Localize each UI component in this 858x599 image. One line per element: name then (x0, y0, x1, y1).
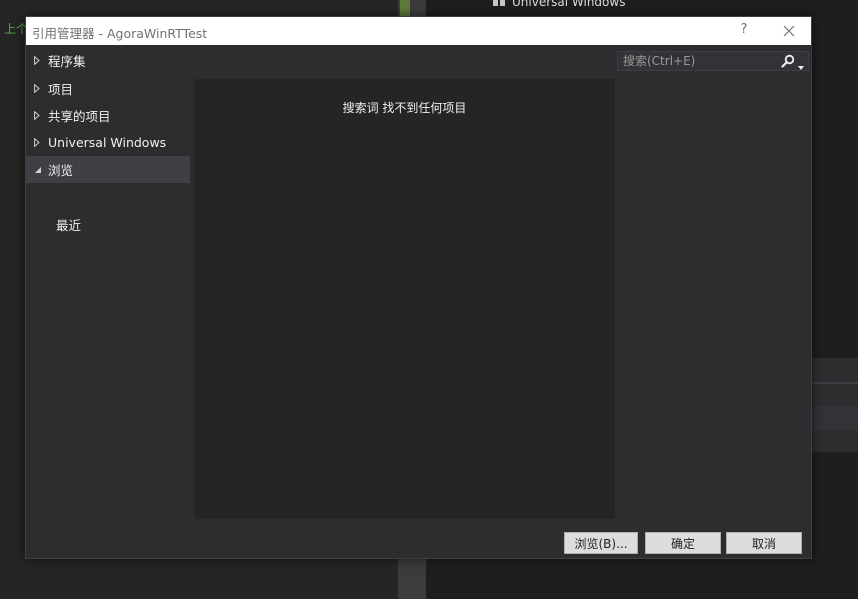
results-list: 搜索词 找不到任何项目 (194, 79, 615, 519)
nav-item-projects[interactable]: 项目 (26, 75, 190, 102)
search-options-dropdown-icon[interactable] (798, 59, 804, 70)
empty-results-message: 搜索词 找不到任何项目 (342, 101, 467, 115)
expand-arrow-icon (34, 111, 42, 121)
close-icon (783, 25, 795, 37)
nav-item-label: 浏览 (48, 163, 74, 178)
expand-arrow-icon (34, 138, 42, 148)
category-nav: 程序集 项目 共享的项目 Universal Windows 浏览 最近 (26, 45, 193, 520)
nav-item-assemblies[interactable]: 程序集 (26, 47, 190, 74)
search-input[interactable] (618, 52, 781, 70)
nav-subitem-recent[interactable]: 最近 (56, 215, 81, 234)
ide-tree-item[interactable]: Universal Windows (492, 0, 625, 9)
reference-icon (492, 0, 506, 7)
reference-manager-dialog: 引用管理器 - AgoraWinRTTest ? 程序集 项目 共享的项目 Un… (25, 16, 812, 559)
nav-item-universal-windows[interactable]: Universal Windows (26, 129, 190, 156)
ide-tree-item-label: Universal Windows (512, 0, 626, 9)
nav-item-label: 项目 (48, 82, 74, 97)
expand-arrow-icon (34, 56, 42, 66)
scroll-marker (400, 0, 410, 16)
nav-item-shared-projects[interactable]: 共享的项目 (26, 102, 190, 129)
close-button[interactable] (777, 20, 801, 42)
nav-item-browse[interactable]: 浏览 (26, 156, 190, 183)
ok-button[interactable]: 确定 (645, 532, 721, 554)
search-box[interactable] (617, 51, 809, 71)
nav-item-label: Universal Windows (48, 135, 167, 150)
dialog-footer: 浏览(B)... 确定 取消 (26, 520, 811, 558)
detail-pane (617, 73, 811, 519)
help-button[interactable]: ? (735, 22, 753, 40)
nav-item-label: 程序集 (48, 54, 86, 69)
expand-arrow-icon (34, 84, 42, 94)
browse-button[interactable]: 浏览(B)... (564, 532, 638, 554)
cancel-button[interactable]: 取消 (726, 532, 802, 554)
nav-item-label: 共享的项目 (48, 109, 111, 124)
collapse-arrow-icon (34, 165, 42, 175)
ide-side-panel (812, 358, 858, 452)
search-icon[interactable] (781, 54, 795, 68)
dialog-titlebar: 引用管理器 - AgoraWinRTTest ? (26, 17, 811, 45)
dialog-title: 引用管理器 - AgoraWinRTTest (32, 26, 208, 41)
